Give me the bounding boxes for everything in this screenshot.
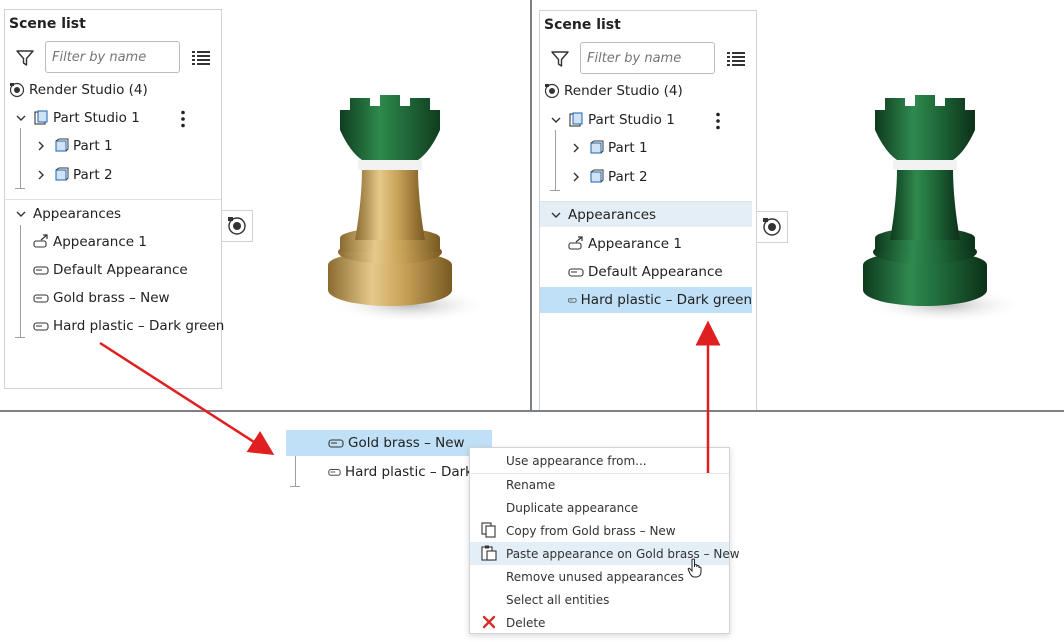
- annotation-arrows: [99, 320, 721, 473]
- arrow-to-snippet: [99, 341, 275, 456]
